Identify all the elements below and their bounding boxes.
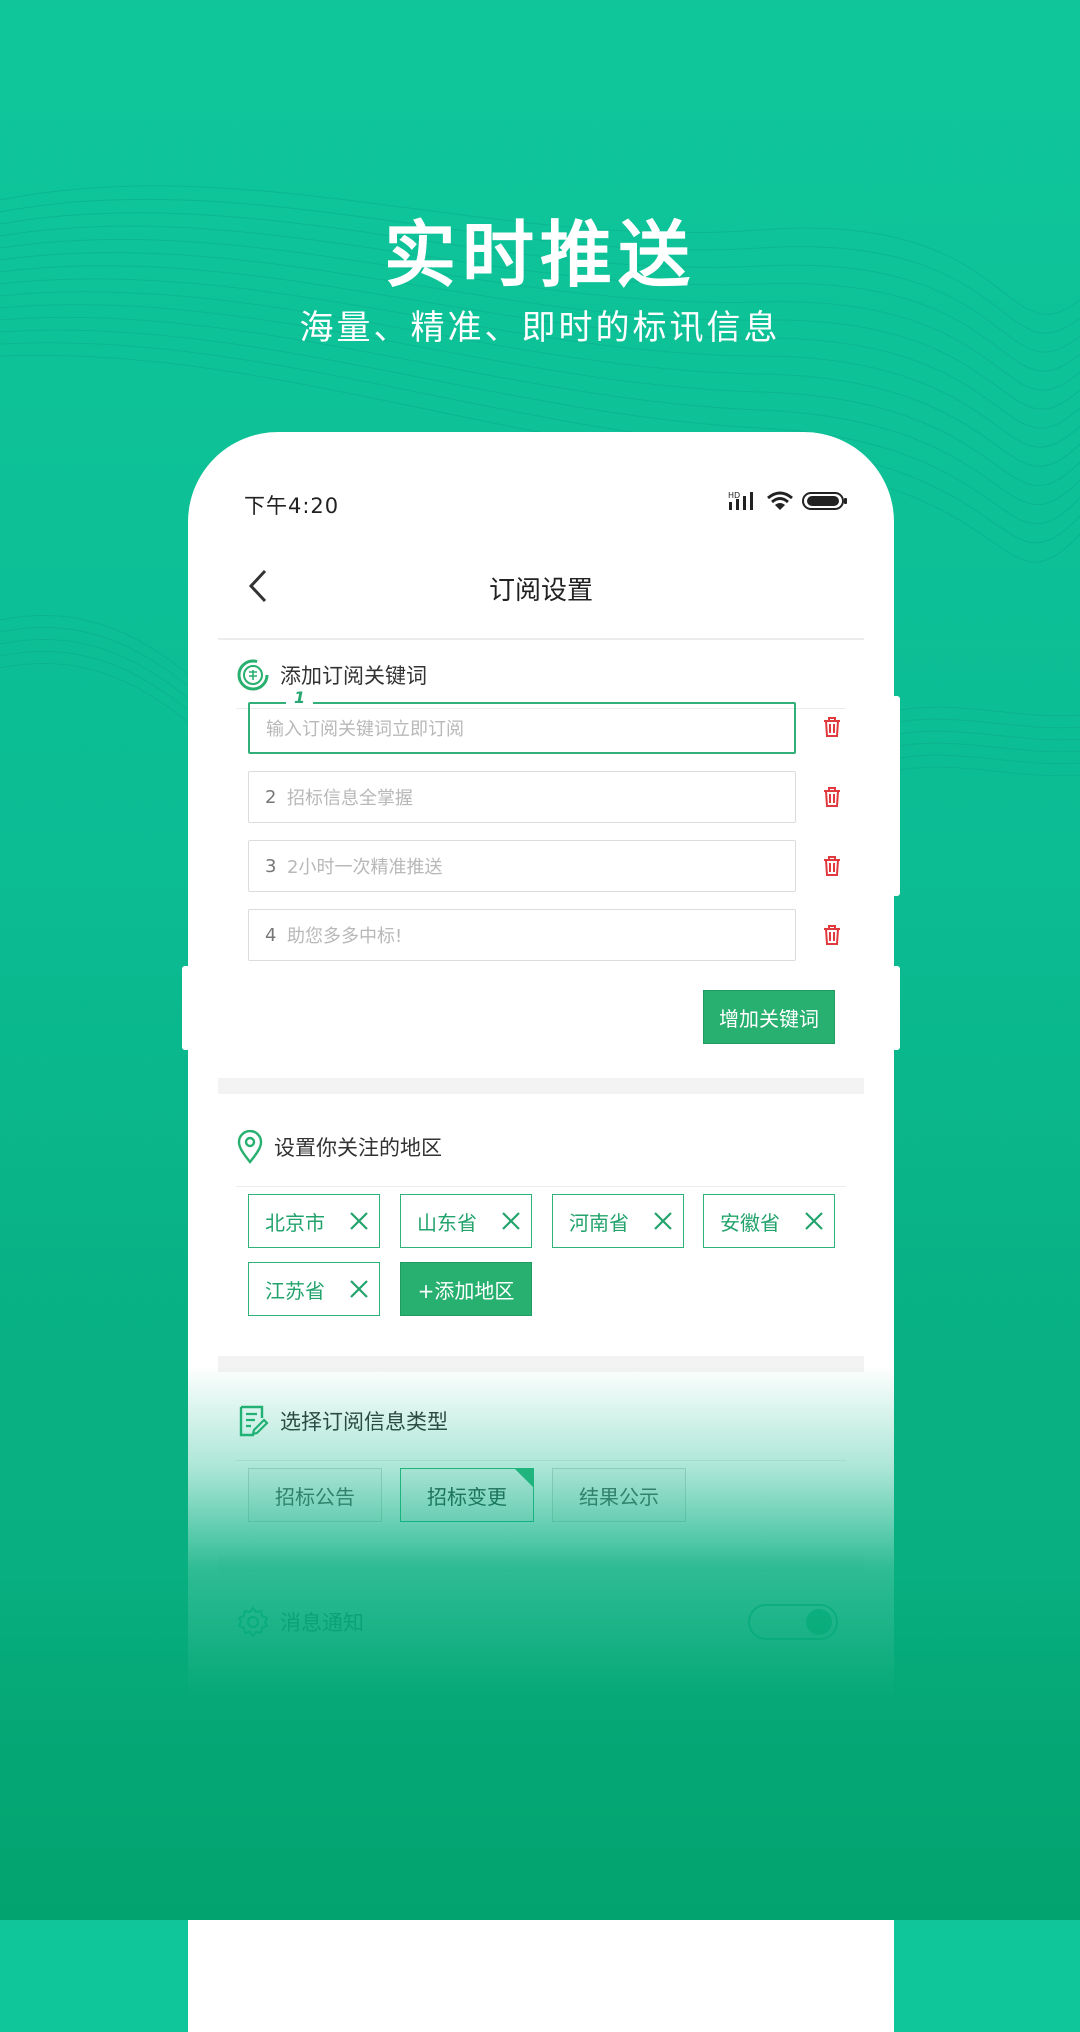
location-pin-icon <box>237 1130 263 1164</box>
notify-toggle[interactable] <box>748 1604 838 1640</box>
close-icon[interactable] <box>653 1211 673 1231</box>
type-option-label: 招标变更 <box>427 1484 507 1509</box>
type-section-label: 选择订阅信息类型 <box>280 1410 448 1434</box>
toggle-knob <box>806 1609 832 1635</box>
region-tag[interactable]: 北京市 <box>248 1194 380 1248</box>
region-name: 山东省 <box>417 1210 477 1235</box>
keyword-placeholder: 助您多多中标! <box>287 926 403 947</box>
keywords-section-label: 添加订阅关键词 <box>280 664 427 688</box>
selected-corner-check-icon <box>515 1469 533 1487</box>
phone-screen: 下午4:20 HD 订阅设置 添加订阅关键词 1 输入订阅关键词立即订阅 2 招… <box>188 432 894 2032</box>
delete-icon[interactable] <box>822 855 842 877</box>
region-name: 河南省 <box>569 1210 629 1235</box>
status-icons: HD <box>728 490 848 512</box>
wifi-icon <box>767 491 793 510</box>
close-icon[interactable] <box>349 1211 369 1231</box>
close-icon[interactable] <box>501 1211 521 1231</box>
section-divider <box>218 1556 864 1572</box>
delete-icon[interactable] <box>822 786 842 808</box>
type-option-selected[interactable]: 招标变更 <box>400 1468 534 1522</box>
section-divider <box>218 1356 864 1372</box>
keyword-number: 2 <box>265 786 277 808</box>
keyword-input-1[interactable]: 1 输入订阅关键词立即订阅 <box>248 688 796 754</box>
region-tag[interactable]: 山东省 <box>400 1194 532 1248</box>
close-icon[interactable] <box>349 1279 369 1299</box>
close-icon[interactable] <box>804 1211 824 1231</box>
region-name: 安徽省 <box>720 1210 780 1235</box>
add-keyword-button[interactable]: 增加关键词 <box>703 990 835 1044</box>
keyword-placeholder: 2小时一次精准推送 <box>287 857 443 878</box>
network-label: HD <box>728 491 740 500</box>
keyword-number: 3 <box>265 855 277 877</box>
promo-title: 实时推送 <box>383 213 696 297</box>
keyword-number: 4 <box>265 924 277 946</box>
region-tag[interactable]: 安徽省 <box>703 1194 835 1248</box>
region-section-header: 设置你关注的地区 <box>236 1108 846 1187</box>
keyword-placeholder: 招标信息全掌握 <box>287 788 413 809</box>
keyword-input-4[interactable]: 4 助您多多中标! <box>248 909 796 961</box>
type-option[interactable]: 招标公告 <box>248 1468 382 1522</box>
region-tag[interactable]: 江苏省 <box>248 1262 380 1316</box>
keywords-section-header: 添加订阅关键词 <box>236 642 846 709</box>
save-subscription-button[interactable]: 保存订阅设置 <box>248 1710 838 1776</box>
delete-icon[interactable] <box>822 716 842 738</box>
nav-bar: 订阅设置 <box>218 544 864 640</box>
type-section-header: 选择订阅信息类型 <box>236 1382 846 1461</box>
keyword-input-2[interactable]: 2 招标信息全掌握 <box>248 771 796 823</box>
keyword-index-tag: 1 <box>286 688 314 707</box>
add-region-button[interactable]: +添加地区 <box>400 1262 532 1316</box>
page-title: 订阅设置 <box>488 576 593 606</box>
edit-document-icon <box>239 1405 269 1437</box>
battery-icon <box>802 492 847 510</box>
keyword-input-3[interactable]: 3 2小时一次精准推送 <box>248 840 796 892</box>
promo-subtitle: 海量、精准、即时的标讯信息 <box>299 308 781 348</box>
keyword-placeholder-1: 输入订阅关键词立即订阅 <box>266 719 464 740</box>
status-time: 下午4:20 <box>244 494 340 518</box>
region-name: 北京市 <box>265 1210 325 1235</box>
signal-icon: HD <box>728 491 753 510</box>
gear-icon <box>237 1606 269 1638</box>
region-tag[interactable]: 河南省 <box>552 1194 684 1248</box>
notify-label: 消息通知 <box>280 1611 364 1635</box>
type-option[interactable]: 结果公示 <box>552 1468 686 1522</box>
region-name: 江苏省 <box>265 1278 325 1303</box>
region-section-label: 设置你关注的地区 <box>274 1136 442 1160</box>
section-divider <box>218 1078 864 1094</box>
subscribe-icon <box>237 659 269 691</box>
delete-icon[interactable] <box>822 924 842 946</box>
